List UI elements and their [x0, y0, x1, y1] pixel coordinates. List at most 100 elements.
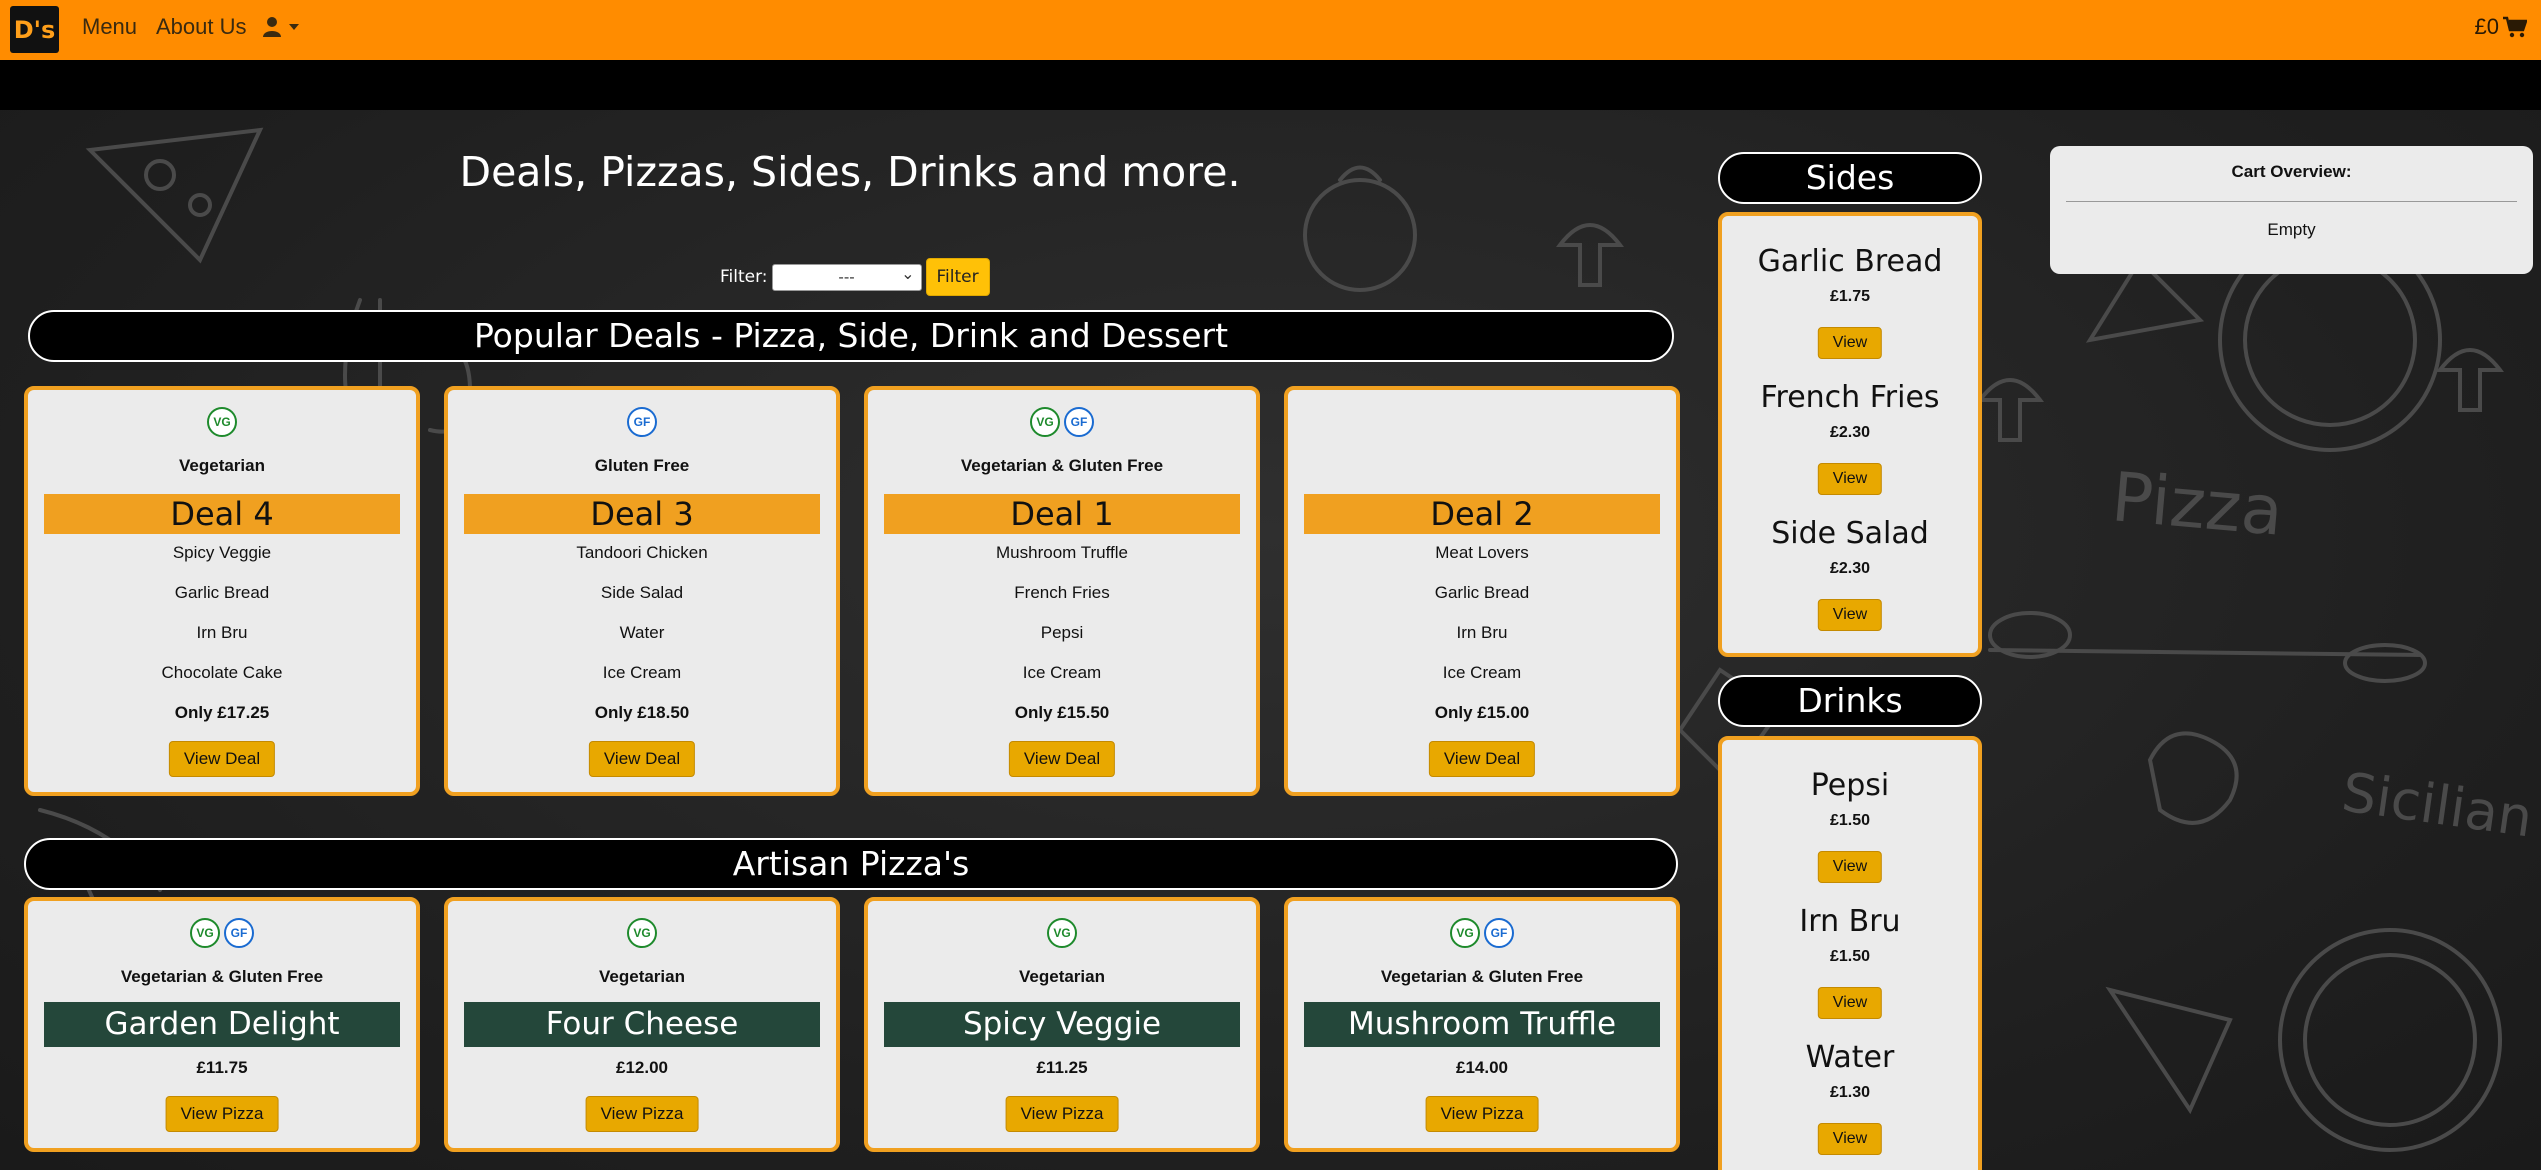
deal-item: Garlic Bread	[1434, 583, 1530, 602]
deal-category: Gluten Free	[594, 456, 690, 475]
pizza-section-title: Artisan Pizza's	[24, 838, 1678, 890]
gluten-free-icon: GF	[627, 407, 657, 437]
deal-item: Irn Bru	[196, 623, 248, 642]
pizza-name: Garden Delight	[44, 1002, 400, 1047]
pizza-price: £12.00	[616, 1058, 668, 1077]
deal-name: Deal 3	[464, 494, 820, 534]
pizza-price: £11.25	[1036, 1058, 1088, 1077]
diet-badges: VG	[28, 407, 416, 437]
deal-item: Side Salad	[600, 583, 684, 602]
view-pizza-button[interactable]: View Pizza	[1425, 1096, 1539, 1132]
deal-card: VG GF Vegetarian & Gluten Free Deal 1 Mushro…	[864, 386, 1260, 796]
pizza-name: Four Cheese	[464, 1002, 820, 1047]
view-pizza-button[interactable]: View Pizza	[1005, 1096, 1119, 1132]
diet-badges: VG	[448, 918, 836, 948]
diet-badges: VG GF	[28, 918, 416, 948]
gluten-free-icon: GF	[224, 918, 254, 948]
pizza-card: VG Vegetarian Four Cheese £12.00 View Pizza	[444, 897, 840, 1152]
deal-item: Mushroom Truffle	[996, 543, 1128, 562]
pizza-category: Vegetarian & Gluten Free	[120, 967, 324, 986]
cart-overview-panel: Cart Overview: Empty	[2050, 146, 2533, 274]
navbar: D's Menu About Us £0	[0, 0, 2541, 60]
deal-price: Only £15.00	[1434, 703, 1530, 722]
deals-section-title: Popular Deals - Pizza, Side, Drink and D…	[28, 310, 1674, 362]
diet-badges: VG	[868, 918, 1256, 948]
view-sides-button[interactable]: View	[1817, 327, 1883, 359]
deal-item: French Fries	[1014, 583, 1110, 602]
user-icon	[263, 17, 281, 37]
view-drinks-button[interactable]: View	[1817, 1123, 1883, 1155]
cart-total: £0	[2474, 14, 2499, 39]
view-pizza-button[interactable]: View Pizza	[165, 1096, 279, 1132]
view-pizza-button[interactable]: View Pizza	[585, 1096, 699, 1132]
brand-logo[interactable]: D's	[10, 6, 59, 53]
vegetarian-icon: VG	[1030, 407, 1060, 437]
vegetarian-icon: VG	[207, 407, 237, 437]
drinks-item-name: Pepsi	[1810, 768, 1890, 803]
drinks-item-price: £1.50	[1829, 812, 1871, 829]
deal-item: Meat Lovers	[1435, 543, 1529, 562]
view-drinks-button[interactable]: View	[1817, 987, 1883, 1019]
deal-item: Ice Cream	[1442, 663, 1522, 682]
filter-select[interactable]: ---	[771, 261, 922, 291]
vegetarian-icon: VG	[1450, 918, 1480, 948]
deal-item: Spicy Veggie	[172, 543, 272, 562]
filter-button[interactable]: Filter	[925, 258, 990, 296]
shopping-cart-icon	[2503, 16, 2527, 38]
deal-name: Deal 2	[1304, 494, 1660, 534]
filter-row: Filter: --- Filter	[720, 258, 990, 296]
svg-text:Sicilian: Sicilian	[2338, 760, 2536, 849]
sides-item-price: £1.75	[1829, 288, 1871, 305]
deal-item: Irn Bru	[1456, 623, 1508, 642]
view-deal-button[interactable]: View Deal	[588, 741, 696, 777]
cart-overview-title: Cart Overview:	[2231, 162, 2352, 181]
deal-price: Only £15.50	[1014, 703, 1110, 722]
deal-price: Only £18.50	[594, 703, 690, 722]
deal-category: Vegetarian	[179, 456, 265, 475]
pizza-card: VG GF Vegetarian & Gluten Free Garden Delig…	[24, 897, 420, 1152]
deal-price: Only £17.25	[174, 703, 270, 722]
sides-title: Sides	[1718, 152, 1982, 204]
view-drinks-button[interactable]: View	[1817, 851, 1883, 883]
page-heading: Deals, Pizzas, Sides, Drinks and more.	[459, 148, 1241, 196]
diet-badges: GF	[448, 407, 836, 437]
deal-card: Deal 2 Meat Lovers Garlic Bread Irn Bru Ice …	[1284, 386, 1680, 796]
deal-name: Deal 4	[44, 494, 400, 534]
deal-item: Garlic Bread	[174, 583, 270, 602]
drinks-item-price: £1.30	[1829, 1084, 1871, 1101]
pizza-category: Vegetarian	[599, 967, 685, 986]
drinks-item-name: Irn Bru	[1799, 904, 1901, 939]
deal-item: Water	[619, 623, 665, 642]
pizza-category: Vegetarian & Gluten Free	[1380, 967, 1584, 986]
view-deal-button[interactable]: View Deal	[1008, 741, 1116, 777]
cart-divider	[2066, 201, 2517, 202]
pizza-name: Spicy Veggie	[884, 1002, 1240, 1047]
view-deal-button[interactable]: View Deal	[168, 741, 276, 777]
sides-item-price: £2.30	[1829, 560, 1871, 577]
deal-item: Chocolate Cake	[161, 663, 283, 682]
view-sides-button[interactable]: View	[1817, 463, 1883, 495]
gluten-free-icon: GF	[1064, 407, 1094, 437]
view-sides-button[interactable]: View	[1817, 599, 1883, 631]
sides-card: Garlic Bread £1.75 View French Fries £2.30 Vi…	[1718, 212, 1982, 657]
gluten-free-icon: GF	[1484, 918, 1514, 948]
sides-item-name: Garlic Bread	[1757, 244, 1943, 279]
filter-label: Filter:	[720, 267, 768, 287]
caret-down-icon	[289, 24, 299, 30]
deal-item: Pepsi	[1040, 623, 1084, 642]
sides-item-name: Side Salad	[1771, 516, 1929, 551]
deal-item: Ice Cream	[1022, 663, 1102, 682]
drinks-title: Drinks	[1718, 675, 1982, 727]
drinks-item-name: Water	[1805, 1040, 1895, 1075]
pizza-name: Mushroom Truffle	[1304, 1002, 1660, 1047]
deal-card: VG Vegetarian Deal 4 Spicy Veggie Garlic Bre…	[24, 386, 420, 796]
vegetarian-icon: VG	[190, 918, 220, 948]
sides-item-price: £2.30	[1829, 424, 1871, 441]
nav-menu-link[interactable]: Menu	[82, 14, 137, 40]
user-dropdown[interactable]	[262, 16, 300, 38]
nav-about-link[interactable]: About Us	[156, 14, 247, 40]
cart-link[interactable]: £0	[2475, 14, 2527, 40]
banner-strip	[0, 60, 2541, 110]
view-deal-button[interactable]: View Deal	[1428, 741, 1536, 777]
diet-badges: VG GF	[868, 407, 1256, 437]
